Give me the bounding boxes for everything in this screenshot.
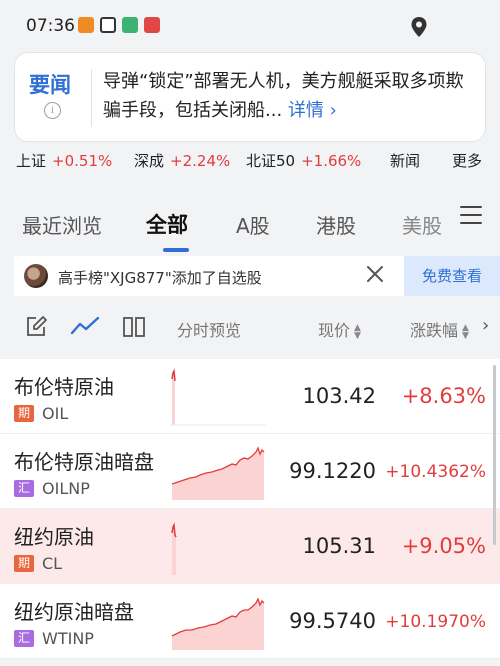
status-bar: 07:36 xyxy=(0,0,500,52)
ticker-name: 深成 xyxy=(134,152,165,170)
ticker-item-bz50[interactable]: 北证50 +1.66% xyxy=(246,150,361,171)
market-badge: 期 xyxy=(14,405,34,422)
watchlist-tabs: 最近浏览 全部 A股 港股 美股 xyxy=(0,178,500,254)
info-icon[interactable]: i xyxy=(44,102,61,119)
status-app-icons xyxy=(78,17,160,33)
intraday-sparkline xyxy=(171,522,177,575)
notification-app-icon xyxy=(100,17,116,33)
status-time: 07:36 xyxy=(26,16,75,36)
instrument-name: 纽约原油暗盘 xyxy=(14,600,134,624)
ticker-name: 北证50 xyxy=(246,152,296,170)
instrument-price: 103.42 xyxy=(302,384,376,408)
instrument-name: 布伦特原油 xyxy=(14,375,114,399)
instrument-name: 纽约原油 xyxy=(14,525,94,549)
column-view-icon[interactable] xyxy=(122,315,146,339)
notification-app-icon xyxy=(144,17,160,33)
intraday-sparkline xyxy=(170,368,266,426)
ticker-value: +2.24% xyxy=(170,152,231,170)
instrument-change: +10.4362% xyxy=(385,462,486,482)
instrument-change: +10.1970% xyxy=(385,612,486,632)
follow-notice: 高手榜"XJG877"添加了自选股 免费查看 xyxy=(14,256,500,296)
news-card[interactable]: 要闻 i 导弹“锁定”部署无人机，美方舰艇采取多项欺骗手段，包括关闭船... 详… xyxy=(14,52,486,142)
market-badge: 期 xyxy=(14,555,34,572)
ticker-news-link[interactable]: 新闻 xyxy=(390,150,420,171)
list-item[interactable]: 纽约原油暗盘 汇 WTINP 99.5740 +10.1970% xyxy=(0,584,500,659)
notification-app-icon xyxy=(78,17,94,33)
list-item[interactable]: 布伦特原油 期 OIL 103.42 +8.63% xyxy=(0,359,500,434)
watchlist: 布伦特原油 期 OIL 103.42 +8.63% 布伦特原油暗盘 汇 OILN… xyxy=(0,359,500,659)
news-tag: 要闻 xyxy=(29,73,71,97)
ticker-value: +0.51% xyxy=(52,152,113,170)
instrument-price: 99.5740 xyxy=(289,609,376,633)
ticker-value: +1.66% xyxy=(301,152,362,170)
news-headline-text: 导弹“锁定”部署无人机，美方舰艇采取多项欺骗手段，包括关闭船... xyxy=(103,71,464,121)
tab-all[interactable]: 全部 xyxy=(146,209,188,239)
ticker-more-link[interactable]: 更多 xyxy=(452,150,482,171)
scroll-right-icon[interactable]: › xyxy=(482,315,489,336)
close-icon[interactable] xyxy=(363,262,387,286)
edit-icon[interactable] xyxy=(24,315,48,339)
list-item[interactable]: 纽约原油 期 CL 105.31 +9.05% xyxy=(0,509,500,584)
instrument-code: CL xyxy=(42,554,63,573)
sort-icon: ▲ ▼ xyxy=(462,322,469,341)
instrument-change: +8.63% xyxy=(401,384,486,408)
follow-notice-text: 高手榜"XJG877"添加了自选股 xyxy=(58,269,262,287)
divider xyxy=(91,69,92,127)
instrument-price: 99.1220 xyxy=(289,459,376,483)
location-icon xyxy=(411,17,427,37)
ticker-name: 上证 xyxy=(16,152,47,170)
list-header: 分时预览 现价 ▲ ▼ 涨跌幅 ▲ ▼ › xyxy=(0,296,500,358)
instrument-code: OIL xyxy=(42,404,69,423)
market-badge: 汇 xyxy=(14,630,34,647)
ticker-item-shenzhen[interactable]: 深成 +2.24% xyxy=(134,150,230,171)
tab-recent[interactable]: 最近浏览 xyxy=(22,210,102,239)
tab-us-stocks[interactable]: 美股 xyxy=(402,210,442,239)
tab-active-indicator xyxy=(163,248,189,252)
menu-icon[interactable] xyxy=(460,206,482,225)
instrument-change: +9.05% xyxy=(401,534,486,558)
instrument-code: OILNP xyxy=(42,479,90,498)
header-preview-label: 分时预览 xyxy=(177,321,242,340)
tab-hk-stocks[interactable]: 港股 xyxy=(316,210,356,239)
instrument-code: WTINP xyxy=(42,629,94,648)
instrument-name: 布伦特原油暗盘 xyxy=(14,450,154,474)
market-badge: 汇 xyxy=(14,480,34,497)
instrument-price: 105.31 xyxy=(302,534,376,558)
intraday-sparkline xyxy=(171,446,265,500)
header-price-label: 现价 xyxy=(318,321,351,340)
scrollbar[interactable] xyxy=(493,365,496,545)
line-chart-view-icon[interactable] xyxy=(70,315,100,339)
notification-app-icon xyxy=(122,17,138,33)
avatar xyxy=(24,264,48,288)
intraday-sparkline xyxy=(171,597,265,650)
index-ticker: 上证 +0.51% 深成 +2.24% 北证50 +1.66% 新闻 更多 xyxy=(0,146,500,174)
header-change-label: 涨跌幅 xyxy=(410,321,459,340)
header-price-sort[interactable]: 现价 ▲ ▼ xyxy=(318,317,361,341)
tab-a-shares[interactable]: A股 xyxy=(236,210,270,239)
ticker-item-shanghai[interactable]: 上证 +0.51% xyxy=(16,150,112,171)
news-more-link[interactable]: 详情 › xyxy=(288,100,337,121)
sort-icon: ▲ ▼ xyxy=(354,322,361,341)
free-view-button[interactable]: 免费查看 xyxy=(404,256,500,296)
list-item[interactable]: 布伦特原油暗盘 汇 OILNP 99.1220 +10.4362% xyxy=(0,434,500,509)
news-headline[interactable]: 导弹“锁定”部署无人机，美方舰艇采取多项欺骗手段，包括关闭船... 详情 › xyxy=(103,67,473,125)
header-change-sort[interactable]: 涨跌幅 ▲ ▼ xyxy=(410,317,469,341)
